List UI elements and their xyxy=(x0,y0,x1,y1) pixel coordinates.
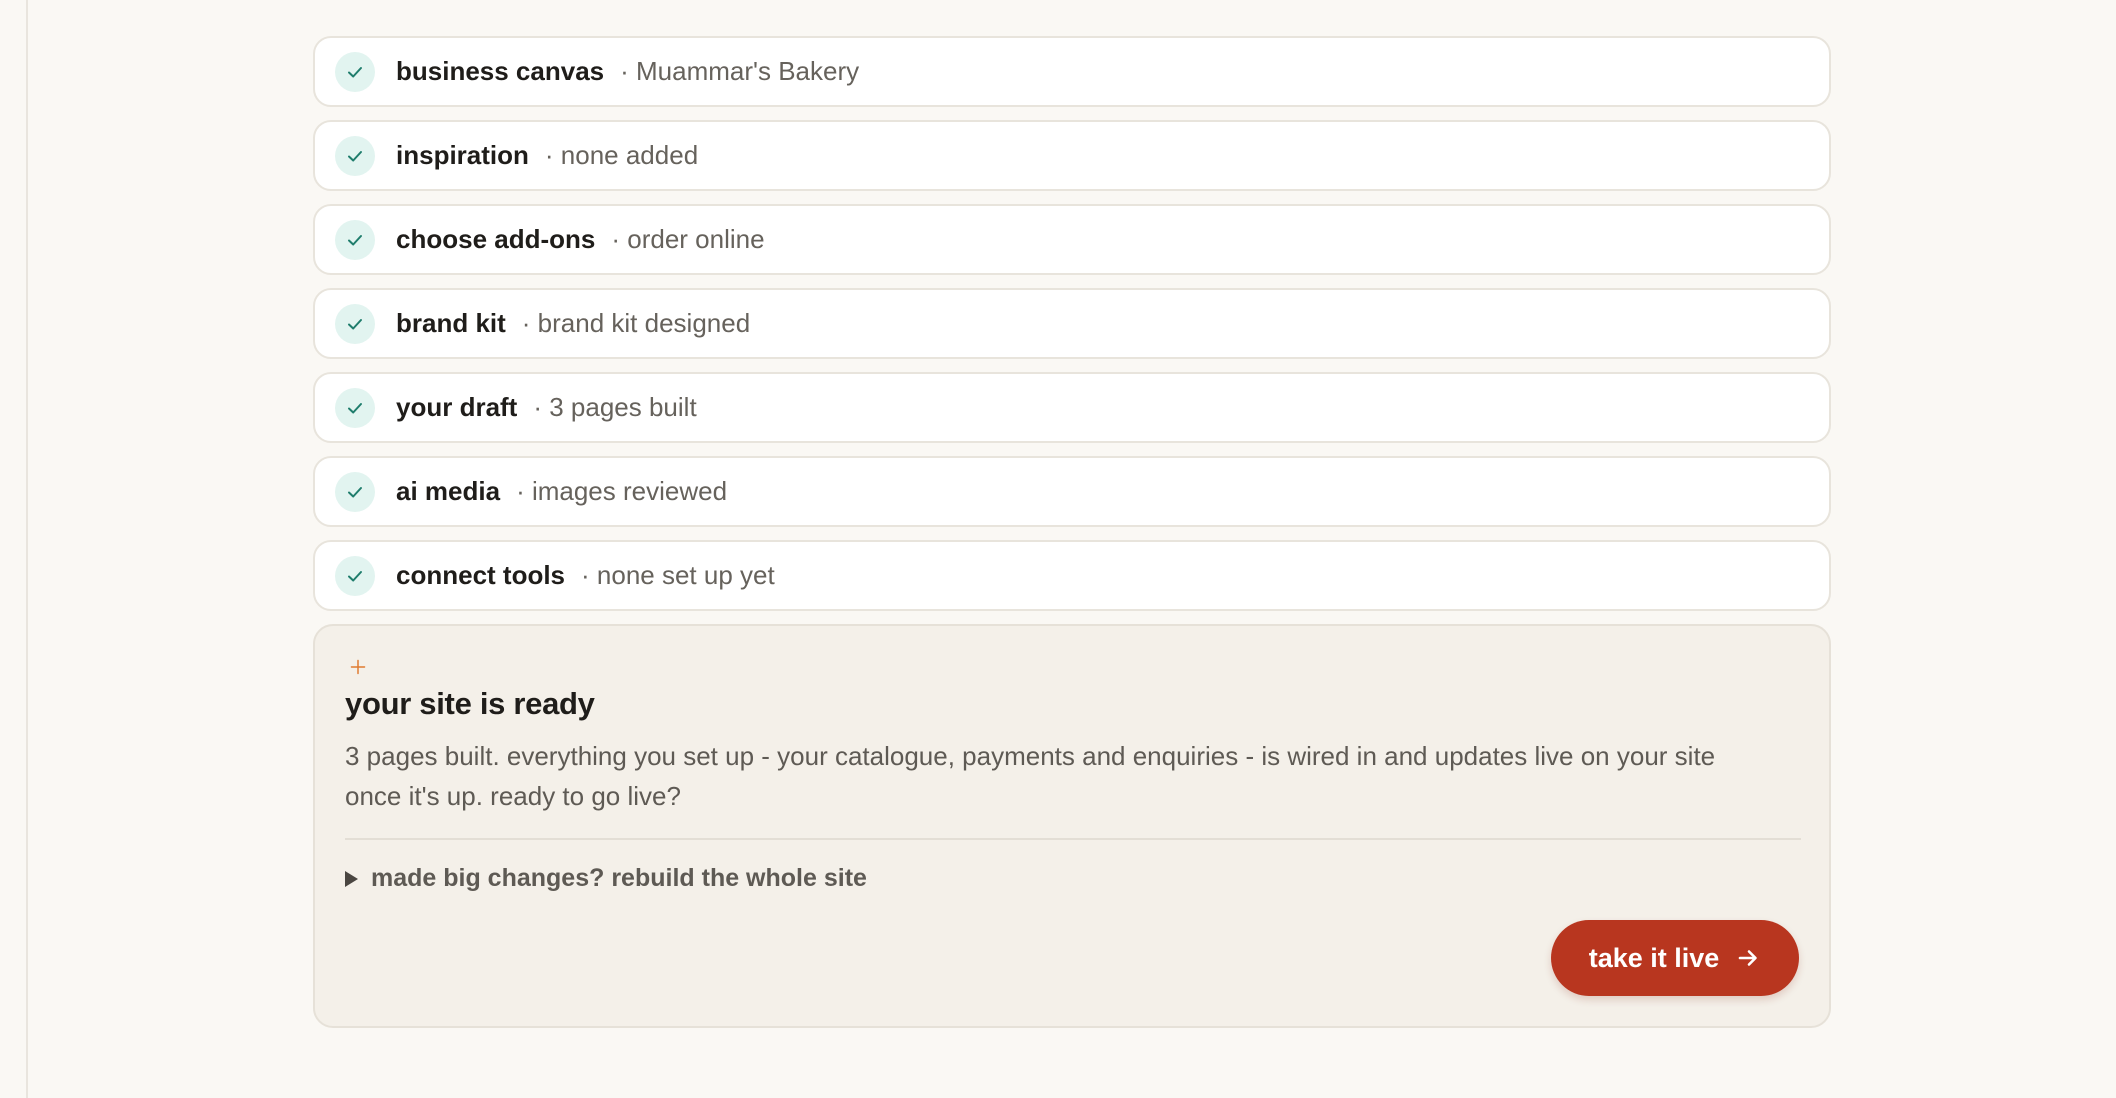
step-title: connect tools xyxy=(396,560,566,590)
card-description: 3 pages built. everything you set up - y… xyxy=(345,741,1716,811)
page: business canvas · Muammar's Bakery inspi… xyxy=(0,0,2116,1098)
step-detail: · order online xyxy=(611,224,765,254)
step-detail: · Muammar's Bakery xyxy=(620,56,860,86)
step-title: choose add-ons xyxy=(396,224,596,254)
take-it-live-button[interactable]: take it live xyxy=(1551,920,1799,996)
site-ready-card: your site is ready 3 pages built. everyt… xyxy=(313,624,1831,1028)
check-icon xyxy=(335,303,375,344)
card-title: your site is ready xyxy=(345,686,595,721)
left-divider xyxy=(26,0,28,1098)
sparkle-icon xyxy=(349,658,1799,680)
step-ai-media[interactable]: ai media · images reviewed xyxy=(313,456,1831,527)
check-icon xyxy=(335,51,375,92)
step-your-draft[interactable]: your draft · 3 pages built xyxy=(313,372,1831,443)
check-icon xyxy=(335,135,375,176)
rebuild-site-toggle[interactable]: made big changes? rebuild the whole site xyxy=(345,864,867,893)
step-detail: · none set up yet xyxy=(581,560,775,590)
step-brand-kit[interactable]: brand kit · brand kit designed xyxy=(313,288,1831,359)
step-detail: · none added xyxy=(544,140,699,170)
step-title: your draft xyxy=(396,392,518,422)
arrow-right-icon xyxy=(1738,950,1758,966)
step-inspiration[interactable]: inspiration · none added xyxy=(313,120,1831,191)
check-icon xyxy=(335,555,375,596)
step-title: inspiration xyxy=(396,140,529,170)
step-choose-add-ons[interactable]: choose add-ons · order online xyxy=(313,204,1831,275)
card-divider xyxy=(345,838,1801,840)
step-title: brand kit xyxy=(396,308,506,338)
take-it-live-label: take it live xyxy=(1588,942,1720,973)
triangle-right-icon xyxy=(345,870,358,887)
step-detail: · brand kit designed xyxy=(521,308,751,338)
step-connect-tools[interactable]: connect tools · none set up yet xyxy=(313,540,1831,611)
setup-checklist: business canvas · Muammar's Bakery inspi… xyxy=(313,36,1831,1028)
step-detail: · images reviewed xyxy=(516,476,728,506)
check-icon xyxy=(335,471,375,512)
rebuild-site-label: made big changes? rebuild the whole site xyxy=(371,864,867,892)
step-business-canvas[interactable]: business canvas · Muammar's Bakery xyxy=(313,36,1831,107)
step-detail: · 3 pages built xyxy=(533,392,697,422)
step-title: business canvas xyxy=(396,56,605,86)
step-title: ai media xyxy=(396,476,501,506)
check-icon xyxy=(335,387,375,428)
check-icon xyxy=(335,219,375,260)
